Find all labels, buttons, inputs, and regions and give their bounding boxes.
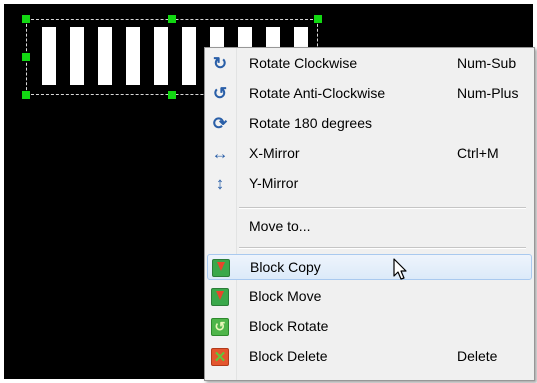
menu-item-block-delete[interactable]: ✕ Block Delete Delete: [207, 344, 532, 370]
rotate-180-icon: ⟳: [212, 114, 228, 133]
menu-item-label: Y-Mirror: [249, 175, 299, 191]
menu-item-rotate-anticlockwise[interactable]: ↺ Rotate Anti-Clockwise Num-Plus: [207, 81, 532, 107]
selection-handle-top-left[interactable]: [22, 15, 30, 23]
selection-handle-bottom-left[interactable]: [22, 91, 30, 99]
menu-item-move-to[interactable]: Move to...: [207, 214, 532, 240]
x-mirror-icon: ↔: [211, 144, 229, 163]
block-copy-icon: [210, 258, 232, 278]
selection-handle-middle-left[interactable]: [22, 53, 30, 61]
menu-item-x-mirror[interactable]: ↔ X-Mirror Ctrl+M: [207, 141, 532, 167]
selection-handle-bottom-middle[interactable]: [168, 91, 176, 99]
block-rotate-icon: ↺: [209, 317, 231, 337]
y-mirror-icon: ↕: [215, 174, 225, 193]
menu-item-shortcut: Num-Plus: [457, 85, 519, 101]
menu-item-label: X-Mirror: [249, 145, 300, 161]
menu-item-block-rotate[interactable]: ↺ Block Rotate: [207, 314, 532, 340]
menu-separator: [239, 207, 526, 209]
menu-item-shortcut: Ctrl+M: [457, 145, 499, 161]
menu-item-rotate-180[interactable]: ⟳ Rotate 180 degrees: [207, 111, 532, 137]
menu-item-block-copy[interactable]: Block Copy: [207, 254, 532, 280]
menu-item-label: Block Copy: [250, 259, 321, 275]
menu-item-block-move[interactable]: Block Move: [207, 284, 532, 310]
menu-item-shortcut: Num-Sub: [457, 55, 517, 71]
menu-item-shortcut: Delete: [457, 348, 498, 364]
menu-item-label: Rotate Clockwise: [249, 55, 358, 71]
menu-item-label: Rotate Anti-Clockwise: [249, 85, 386, 101]
menu-item-label: Move to...: [249, 218, 311, 234]
rotate-anticlockwise-icon: ↺: [212, 84, 228, 103]
mouse-pointer-icon: [393, 258, 407, 280]
menu-item-label: Rotate 180 degrees: [249, 115, 372, 131]
menu-item-rotate-clockwise[interactable]: ↻ Rotate Clockwise Num-Sub: [207, 51, 532, 77]
rotate-clockwise-icon: ↻: [212, 54, 228, 73]
block-move-icon: [209, 287, 231, 307]
selection-handle-top-middle[interactable]: [168, 15, 176, 23]
context-menu: ↻ Rotate Clockwise Num-Sub ↺ Rotate Anti…: [204, 47, 535, 381]
menu-item-label: Block Move: [249, 288, 322, 304]
menu-item-label: Block Rotate: [249, 318, 329, 334]
block-delete-icon: ✕: [209, 347, 231, 367]
menu-separator: [239, 247, 526, 249]
selection-handle-top-right[interactable]: [314, 15, 322, 23]
menu-item-label: Block Delete: [249, 348, 328, 364]
menu-item-y-mirror[interactable]: ↕ Y-Mirror: [207, 171, 532, 197]
